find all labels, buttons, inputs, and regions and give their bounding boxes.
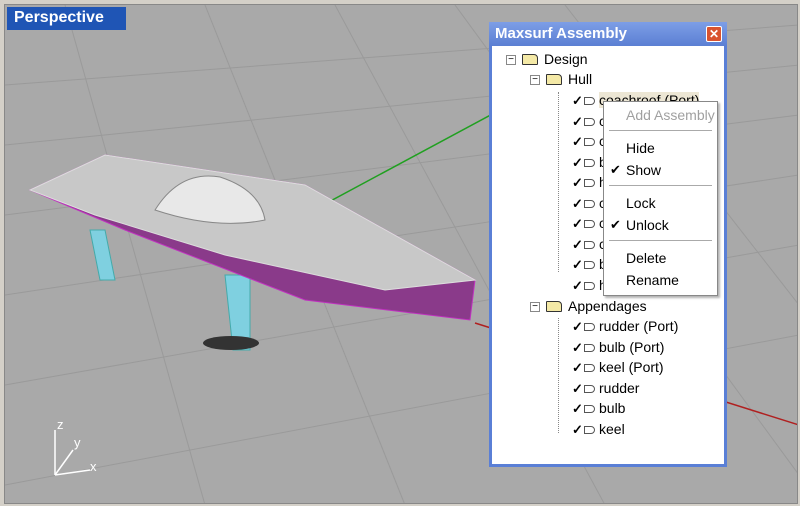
menu-separator [609,185,712,186]
visible-check-icon: ✓ [572,195,583,211]
x-axis-label: x [90,459,97,474]
tree-item-hull-part[interactable]: ✓c [572,234,606,254]
visible-check-icon: ✓ [572,216,583,231]
visible-check-icon: ✓ [572,93,583,108]
visible-check-icon: ✓ [572,360,583,376]
visible-check-icon: ✓ [572,154,583,170]
part-icon [584,179,595,187]
tree-connector [558,318,559,433]
part-icon [584,261,595,269]
visible-check-icon: ✓ [572,134,583,149]
part-icon [584,158,595,167]
tree-item-hull-part[interactable]: ✓c [572,193,606,213]
collapse-appendages-button[interactable]: − [530,302,540,312]
tree-item-appendage[interactable]: ✓ bulb [572,398,625,418]
visible-check-icon: ✓ [572,113,583,129]
folder-icon [522,54,538,65]
tree-item-label: rudder [599,379,640,396]
bulb-shape [203,336,259,350]
visible-check-icon: ✓ [572,257,583,272]
tree-item-hull-part[interactable]: ✓c [572,131,606,151]
tree-node-appendages[interactable]: Appendages [546,296,647,316]
rudder-shape [89,229,116,281]
y-axis-label: y [74,435,81,450]
part-icon [584,384,595,393]
part-icon [584,220,595,228]
dialog-title-bar[interactable]: Maxsurf Assembly ✕ [489,22,727,46]
visible-check-icon: ✓ [572,401,583,417]
visible-check-icon: ✓ [572,422,583,437]
part-icon [584,281,595,290]
part-icon [584,426,595,434]
menu-item-show[interactable]: Show [626,160,661,180]
collapse-hull-button[interactable]: − [530,75,540,85]
tree-item-appendage[interactable]: ✓ bulb (Port) [572,337,664,357]
menu-item-unlock[interactable]: Unlock [626,215,669,235]
folder-icon [546,74,562,85]
checkmark-icon: ✔ [610,162,621,177]
part-icon [584,97,595,105]
part-icon [584,199,595,208]
tree-item-label: bulb [599,400,626,417]
part-icon [584,405,595,414]
tree-item-hull-part[interactable]: ✓h [572,275,607,295]
folder-icon [546,301,562,312]
tree-item-appendage[interactable]: ✓ rudder (Port) [572,316,678,336]
tree-node-hull[interactable]: Hull [546,69,592,89]
tree-item-appendage[interactable]: ✓ keel [572,419,625,439]
tree-item-hull-part[interactable]: ✓c [572,111,606,131]
tree-item-label: keel (Port) [599,359,664,376]
tree-item-label: Hull [568,71,593,87]
tree-item-label: Design [544,51,588,67]
tree-item-label: rudder (Port) [599,318,679,334]
visible-check-icon: ✓ [572,319,583,334]
tree-item-appendage[interactable]: ✓ keel (Port) [572,357,664,377]
part-icon [584,117,595,126]
part-icon [584,138,595,146]
close-icon[interactable]: ✕ [706,26,722,42]
tree-item-hull-part[interactable]: ✓b [572,152,607,172]
axis-gizmo [54,430,91,476]
visible-check-icon: ✓ [572,380,583,396]
tree-item-hull-part[interactable]: ✓b [572,254,607,274]
context-menu: Add Assembly Hide Show ✔ Lock Unlock ✔ Delete Re… [603,101,718,296]
menu-item-add-assembly[interactable]: Add Assembly [626,105,715,125]
menu-item-lock[interactable]: Lock [626,193,656,213]
tree-item-label: Appendages [568,298,647,314]
visible-check-icon: ✓ [572,175,583,190]
menu-item-rename[interactable]: Rename [626,270,679,290]
visible-check-icon: ✓ [572,236,583,252]
tree-node-design[interactable]: Design [522,49,588,69]
tree-connector [558,92,559,272]
checkmark-icon: ✔ [610,217,621,232]
part-icon [584,364,595,373]
tree-item-label: keel [599,421,625,437]
part-icon [584,240,595,249]
tree-item-appendage[interactable]: ✓ rudder [572,378,639,398]
tree-item-hull-part[interactable]: ✓c [572,213,606,233]
part-icon [584,343,595,352]
menu-separator [609,130,712,131]
collapse-design-button[interactable]: − [506,55,516,65]
viewport-label[interactable]: Perspective [7,7,126,30]
tree-item-hull-part[interactable]: ✓h [572,172,607,192]
z-axis-label: z [57,417,64,432]
visible-check-icon: ✓ [572,277,583,293]
dialog-title: Maxsurf Assembly [495,25,627,42]
menu-separator [609,240,712,241]
tree-item-label: bulb (Port) [599,338,665,355]
menu-item-delete[interactable]: Delete [626,248,666,268]
part-icon [584,323,595,331]
menu-item-hide[interactable]: Hide [626,138,655,158]
visible-check-icon: ✓ [572,339,583,355]
